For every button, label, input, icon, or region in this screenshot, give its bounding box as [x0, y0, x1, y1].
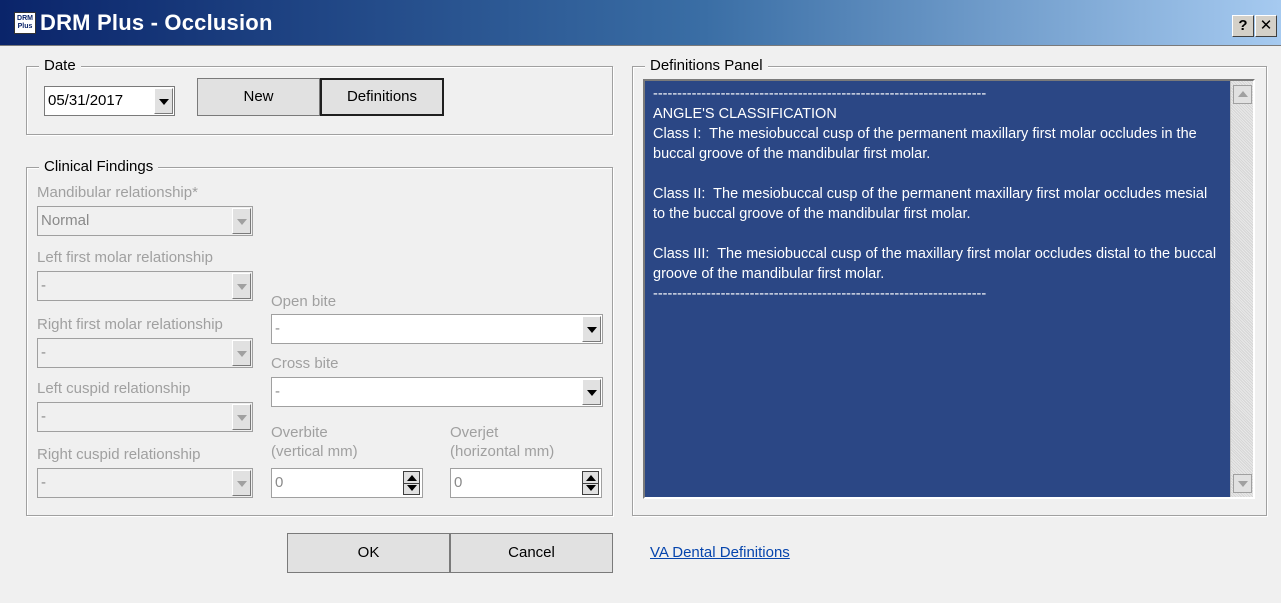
right-cuspid-label: Right cuspid relationship: [37, 446, 201, 463]
window-title: DRM Plus - Occlusion: [40, 10, 273, 35]
right-cuspid-select[interactable]: -: [37, 468, 253, 498]
overjet-label: Overjet (horizontal mm): [450, 424, 555, 460]
chevron-down-icon[interactable]: [582, 316, 601, 342]
overjet-input[interactable]: 0: [450, 468, 602, 498]
left-first-molar-select[interactable]: -: [37, 271, 253, 301]
definitions-panel-legend: Definitions Panel: [645, 57, 768, 74]
chevron-down-icon[interactable]: [154, 88, 173, 114]
chevron-down-icon[interactable]: [232, 208, 251, 234]
chevron-down-icon[interactable]: [232, 340, 251, 366]
clinical-findings-legend: Clinical Findings: [39, 158, 159, 175]
open-bite-label: Open bite: [271, 293, 337, 310]
overjet-value: 0: [454, 474, 463, 491]
spinner-icon[interactable]: [582, 471, 599, 495]
left-cuspid-value: -: [41, 408, 46, 425]
right-cuspid-value: -: [41, 474, 46, 491]
chevron-down-icon[interactable]: [232, 404, 251, 430]
chevron-down-icon[interactable]: [582, 379, 601, 405]
mandibular-relationship-value: Normal: [41, 212, 90, 229]
right-first-molar-value: -: [41, 344, 46, 361]
cross-bite-value: -: [275, 383, 280, 400]
definitions-text-area[interactable]: ----------------------------------------…: [643, 79, 1255, 499]
definitions-text: ----------------------------------------…: [653, 86, 1217, 302]
overbite-input[interactable]: 0: [271, 468, 423, 498]
mandibular-relationship-label: Mandibular relationship*: [37, 184, 198, 201]
mandibular-relationship-select[interactable]: Normal: [37, 206, 253, 236]
spinner-icon[interactable]: [403, 471, 420, 495]
help-button[interactable]: ?: [1232, 15, 1254, 37]
right-first-molar-select[interactable]: -: [37, 338, 253, 368]
va-dental-definitions-link[interactable]: VA Dental Definitions: [650, 544, 790, 561]
definitions-button[interactable]: Definitions: [320, 78, 444, 116]
date-value: 05/31/2017: [48, 92, 124, 109]
vertical-scrollbar[interactable]: [1230, 81, 1253, 497]
chevron-down-icon[interactable]: [232, 470, 251, 496]
overbite-label: Overbite (vertical mm): [271, 424, 358, 460]
right-first-molar-label: Right first molar relationship: [37, 316, 223, 333]
chevron-down-icon[interactable]: [232, 273, 251, 299]
left-cuspid-label: Left cuspid relationship: [37, 380, 191, 397]
overbite-value: 0: [275, 474, 284, 491]
app-icon: DRM Plus: [14, 12, 36, 34]
date-picker[interactable]: 05/31/2017: [44, 86, 175, 116]
cross-bite-select[interactable]: -: [271, 377, 603, 407]
cancel-button[interactable]: Cancel: [450, 533, 613, 573]
title-bar: DRM Plus DRM Plus - Occlusion ? ✕: [0, 0, 1281, 46]
scroll-up-icon[interactable]: [1233, 85, 1252, 104]
open-bite-value: -: [275, 320, 280, 337]
cross-bite-label: Cross bite: [271, 355, 339, 372]
ok-button[interactable]: OK: [287, 533, 450, 573]
left-cuspid-select[interactable]: -: [37, 402, 253, 432]
date-group-legend: Date: [39, 57, 81, 74]
new-button[interactable]: New: [197, 78, 320, 116]
open-bite-select[interactable]: -: [271, 314, 603, 344]
left-first-molar-value: -: [41, 277, 46, 294]
left-first-molar-label: Left first molar relationship: [37, 249, 213, 266]
close-button[interactable]: ✕: [1255, 15, 1277, 37]
scroll-down-icon[interactable]: [1233, 474, 1252, 493]
